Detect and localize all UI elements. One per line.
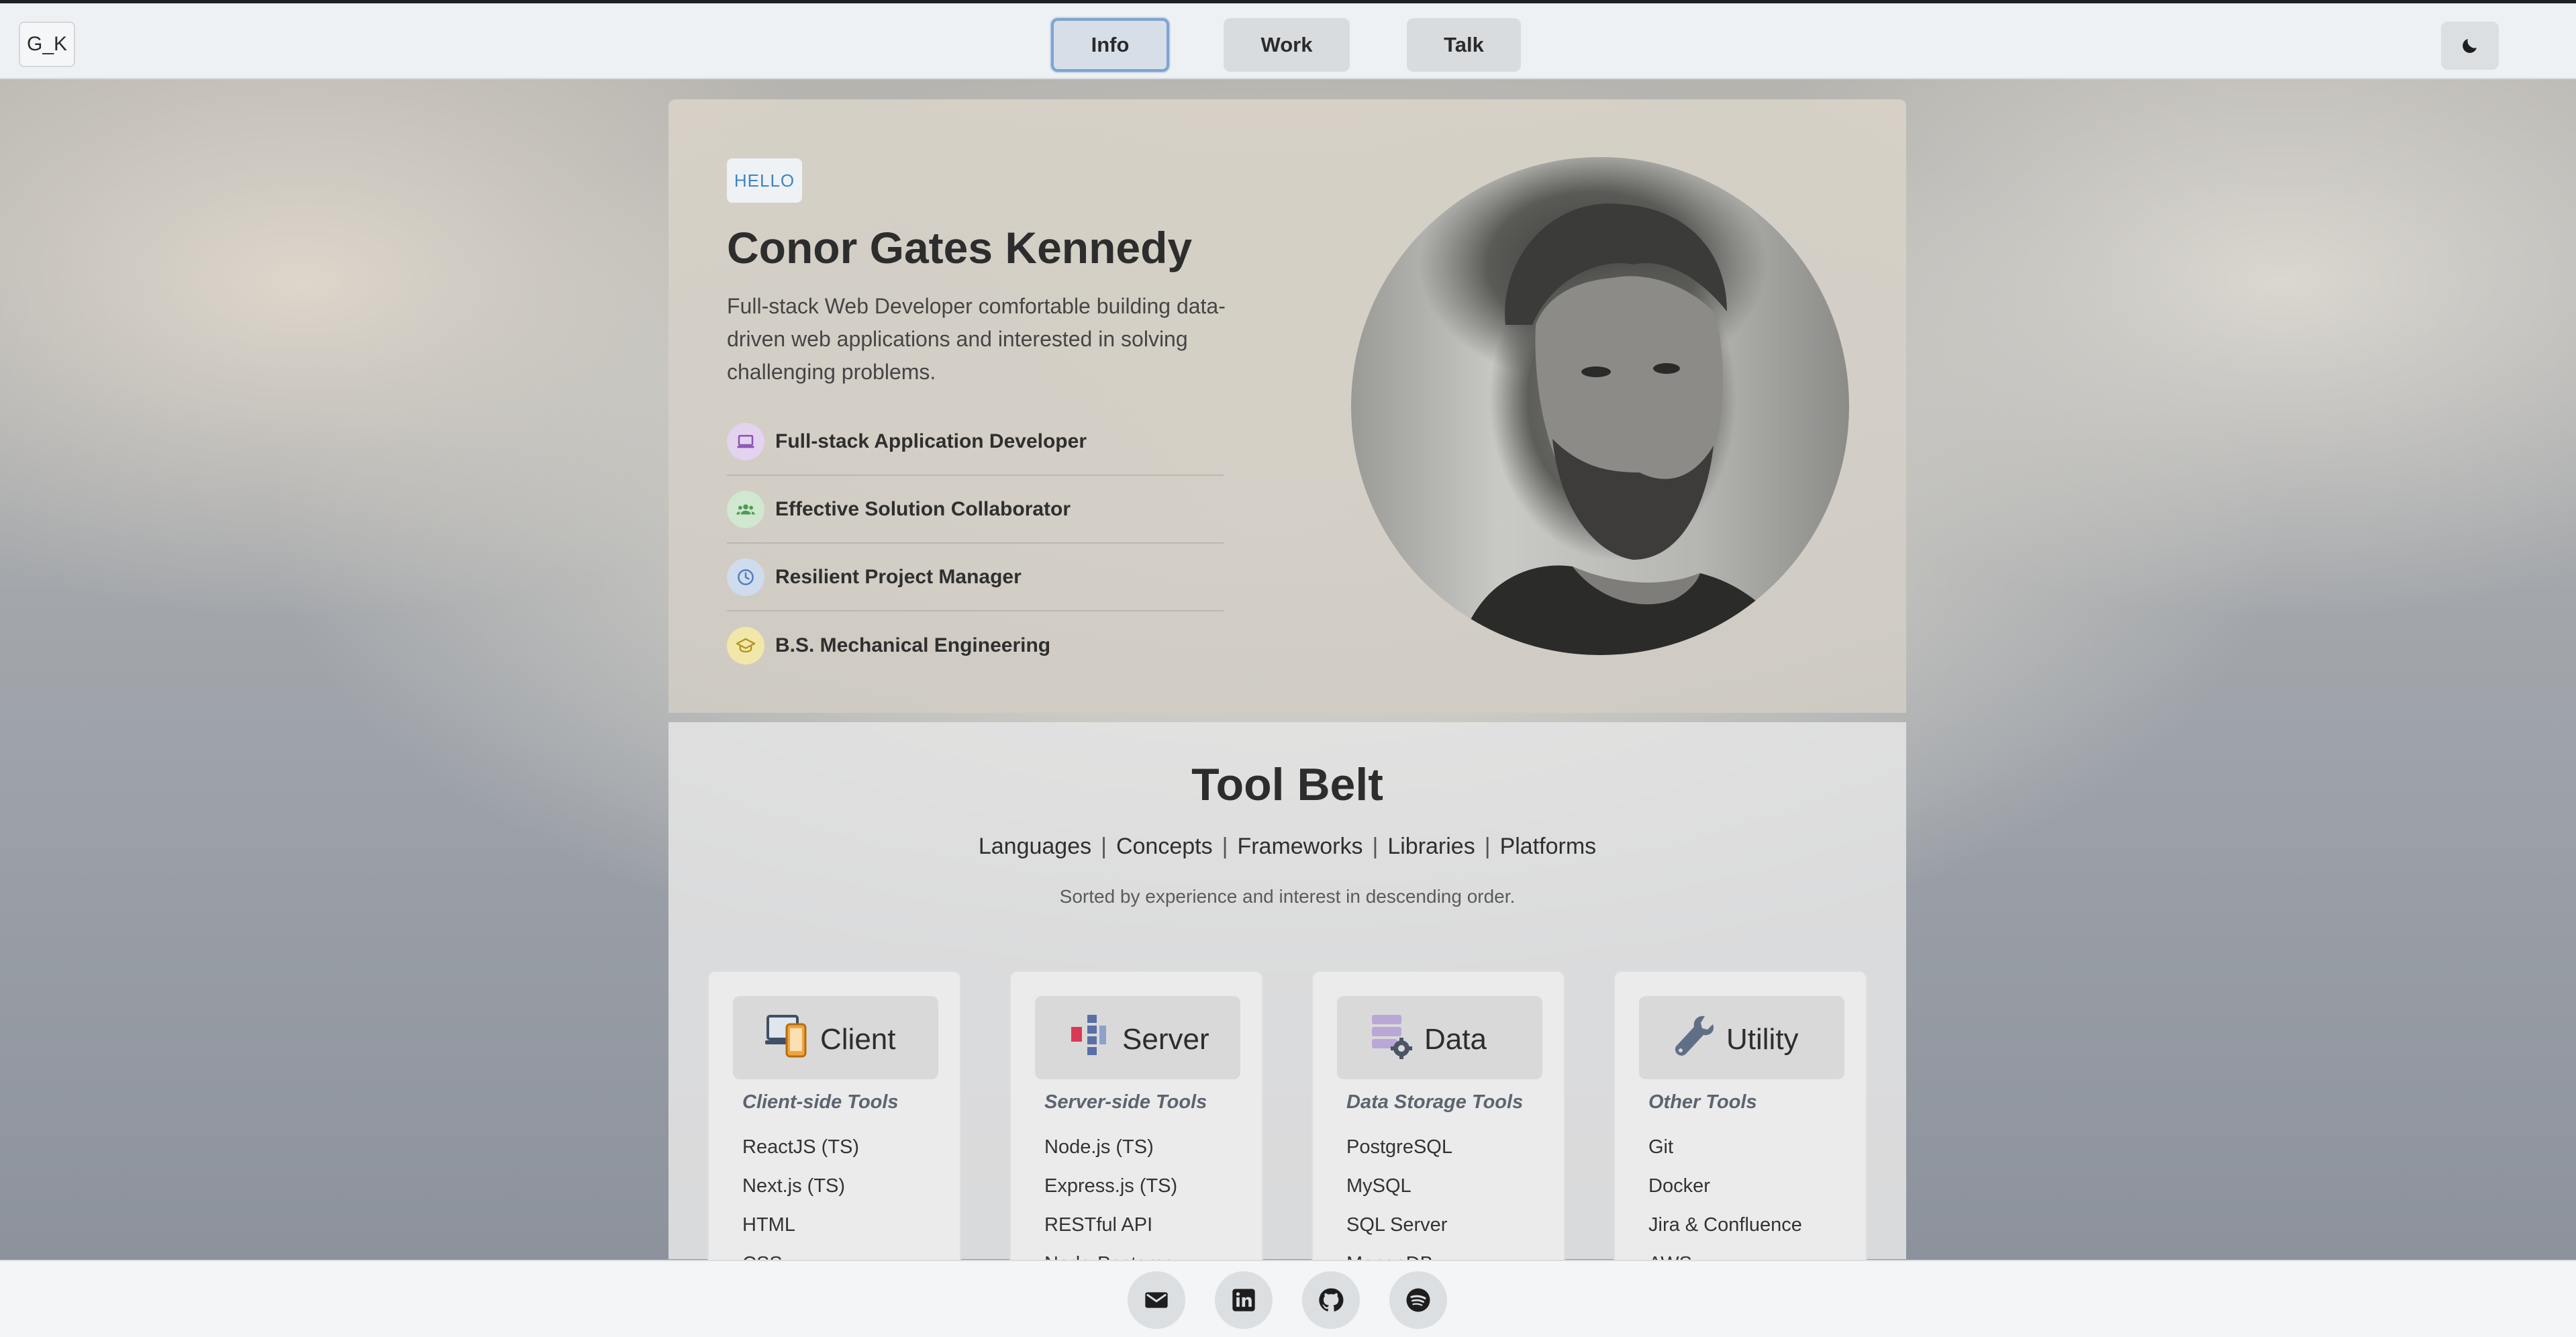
top-navbar: G_K Info Work Talk bbox=[0, 0, 2576, 79]
github-link[interactable] bbox=[1302, 1271, 1360, 1329]
wrench-icon bbox=[1675, 1016, 1714, 1056]
trait-label: Resilient Project Manager bbox=[775, 565, 1022, 588]
nav-work-button[interactable]: Work bbox=[1224, 18, 1350, 72]
list-item: Node.js (TS) bbox=[1044, 1136, 1154, 1158]
list-item: ReactJS (TS) bbox=[742, 1136, 860, 1158]
trait-list: Full-stack Application Developer Effecti… bbox=[727, 408, 1224, 679]
list-item: B.S. Mechanical Engineering bbox=[727, 611, 1224, 679]
tool-card-title: Data bbox=[1424, 1023, 1487, 1056]
tool-card-header: Server bbox=[1035, 996, 1240, 1079]
nav-talk-button[interactable]: Talk bbox=[1407, 18, 1521, 72]
list-item: Express.js (TS) bbox=[1044, 1175, 1178, 1197]
category-separator: | bbox=[1101, 834, 1107, 859]
site-logo[interactable]: G_K bbox=[19, 21, 75, 67]
tool-card-title: Server bbox=[1122, 1023, 1209, 1056]
list-item: HTML bbox=[742, 1214, 795, 1236]
list-item: Full-stack Application Developer bbox=[727, 408, 1224, 476]
spotify-link[interactable] bbox=[1389, 1271, 1447, 1329]
list-item: PostgreSQL bbox=[1346, 1136, 1452, 1158]
section-subtitle: Sorted by experience and interest in des… bbox=[1059, 886, 1516, 907]
tool-card-subtitle: Data Storage Tools bbox=[1346, 1091, 1524, 1113]
list-item: Jira & Confluence bbox=[1648, 1214, 1802, 1236]
category-label: Libraries bbox=[1387, 834, 1475, 859]
list-item: MySQL bbox=[1346, 1175, 1411, 1197]
list-item: Resilient Project Manager bbox=[727, 544, 1224, 611]
github-icon bbox=[1319, 1288, 1344, 1311]
list-item: SQL Server bbox=[1346, 1214, 1448, 1236]
list-item: Next.js (TS) bbox=[742, 1175, 846, 1197]
trait-label: Effective Solution Collaborator bbox=[775, 497, 1071, 520]
linkedin-icon bbox=[1232, 1289, 1255, 1311]
tool-card-subtitle: Client-side Tools bbox=[742, 1091, 899, 1113]
list-item: RESTful API bbox=[1044, 1214, 1153, 1236]
category-list: Languages | Concepts | Frameworks | Libraries |… bbox=[668, 834, 1906, 860]
category-separator: | bbox=[1222, 834, 1228, 859]
clock-icon bbox=[727, 558, 764, 596]
tool-card-subtitle: Other Tools bbox=[1648, 1091, 1757, 1113]
list-item: Git bbox=[1648, 1136, 1674, 1158]
tool-card-title: Client bbox=[820, 1023, 896, 1056]
tool-card-server: Server Server-side Tools Node.js (TS) Ex… bbox=[1009, 971, 1263, 1275]
list-item: Docker bbox=[1648, 1175, 1710, 1197]
laptop-icon bbox=[727, 422, 764, 460]
category-separator: | bbox=[1372, 834, 1379, 859]
category-label: Frameworks bbox=[1237, 834, 1363, 859]
server-icon bbox=[1071, 1015, 1106, 1055]
tool-card-subtitle: Server-side Tools bbox=[1044, 1091, 1207, 1113]
database-icon bbox=[1372, 1015, 1412, 1059]
email-link[interactable] bbox=[1128, 1271, 1185, 1329]
page-title: Conor Gates Kennedy bbox=[727, 223, 1193, 273]
trait-label: B.S. Mechanical Engineering bbox=[775, 634, 1051, 656]
category-label: Concepts bbox=[1116, 834, 1213, 859]
tool-card-utility: Utility Other Tools Git Docker Jira & Co… bbox=[1614, 971, 1867, 1275]
tool-card-header: Client bbox=[733, 996, 938, 1079]
graduation-cap-icon bbox=[727, 626, 764, 664]
linkedin-link[interactable] bbox=[1215, 1271, 1273, 1329]
portrait-photo bbox=[1351, 157, 1849, 655]
tool-belt-section: Tool Belt Languages | Concepts | Frameworks |… bbox=[668, 722, 1906, 1275]
devices-icon bbox=[765, 1015, 807, 1058]
tool-card-header: Data bbox=[1337, 996, 1542, 1079]
spotify-icon bbox=[1406, 1288, 1430, 1312]
moon-icon bbox=[2463, 39, 2477, 53]
theme-toggle-button[interactable] bbox=[2441, 21, 2499, 70]
tool-card-header: Utility bbox=[1639, 996, 1844, 1079]
list-item: Effective Solution Collaborator bbox=[727, 476, 1224, 544]
section-title: Tool Belt bbox=[1191, 759, 1383, 810]
intro-description: Full-stack Web Developer comfortable bui… bbox=[727, 294, 1226, 384]
tool-card-title: Utility bbox=[1726, 1023, 1799, 1056]
intro-section: HELLO Conor Gates Kennedy Full-stack Web… bbox=[668, 99, 1906, 713]
email-icon bbox=[1145, 1292, 1168, 1308]
category-label: Languages bbox=[978, 834, 1092, 859]
hello-badge: HELLO bbox=[727, 158, 802, 203]
category-label: Platforms bbox=[1499, 834, 1597, 859]
trait-label: Full-stack Application Developer bbox=[775, 430, 1087, 452]
tool-card-data: Data Data Storage Tools PostgreSQL MySQL… bbox=[1311, 971, 1565, 1275]
nav-info-button[interactable]: Info bbox=[1051, 18, 1169, 72]
footer bbox=[0, 1260, 2576, 1337]
tool-card-client: Client Client-side Tools ReactJS (TS) Ne… bbox=[707, 971, 961, 1275]
group-icon bbox=[727, 490, 764, 528]
category-separator: | bbox=[1484, 834, 1491, 859]
